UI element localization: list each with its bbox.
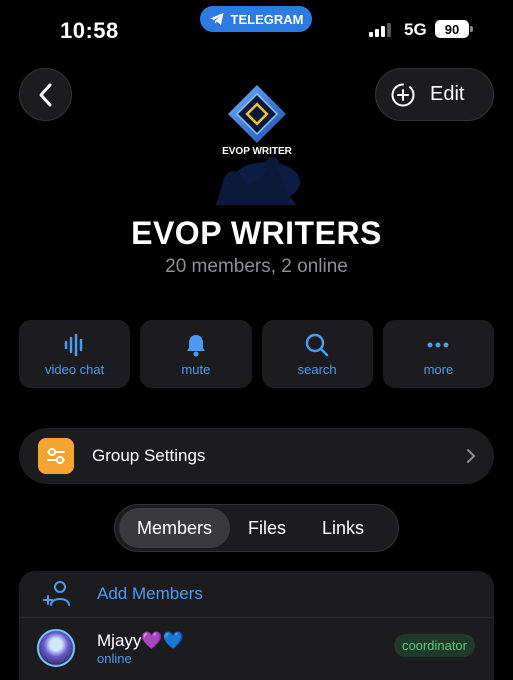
- video-chat-icon: [64, 333, 82, 356]
- battery-tip: [470, 26, 473, 32]
- pill-label: TELEGRAM: [230, 11, 304, 27]
- group-title: EVOP WRITERS: [131, 215, 382, 251]
- add-members-row[interactable]: Add Members: [19, 571, 494, 618]
- edit-button[interactable]: Edit: [430, 83, 464, 106]
- group-member-count: 20 members, 2 online: [165, 256, 348, 277]
- add-members-label: Add Members: [97, 584, 203, 603]
- group-avatar-logo[interactable]: EVOP WRITER: [206, 80, 308, 205]
- mute-label: mute: [181, 361, 211, 377]
- network-type: 5G: [404, 20, 427, 39]
- more-button[interactable]: more: [382, 320, 494, 388]
- member-row[interactable]: Mjayy💜💙 online coordinator: [19, 618, 494, 678]
- logo-text: EVOP WRITER: [222, 146, 293, 157]
- settings-sliders-icon: [38, 438, 74, 474]
- member-name: Mjayy💜💙: [97, 630, 184, 650]
- bell-icon: [186, 334, 205, 356]
- video-chat-label: video chat: [44, 361, 105, 377]
- group-settings-row[interactable]: Group Settings: [19, 428, 494, 484]
- battery-indicator: 90: [435, 20, 469, 38]
- more-label: more: [423, 361, 454, 377]
- mute-button[interactable]: mute: [140, 320, 252, 388]
- tab-members[interactable]: Members: [119, 508, 231, 548]
- back-button[interactable]: [19, 68, 72, 121]
- more-icon: [427, 342, 449, 347]
- add-circle-icon[interactable]: [390, 82, 416, 108]
- telegram-return-pill[interactable]: TELEGRAM: [200, 6, 312, 32]
- cellular-signal-icon: [369, 23, 391, 37]
- add-member-icon: [43, 581, 70, 606]
- tab-links[interactable]: Links: [304, 508, 382, 548]
- avatar: [37, 629, 75, 667]
- tab-files[interactable]: Files: [230, 508, 304, 548]
- search-button[interactable]: search: [261, 320, 373, 388]
- action-bar: video chat mute search more: [19, 320, 494, 388]
- role-badge: coordinator: [393, 634, 475, 657]
- chevron-right-icon: [467, 449, 476, 463]
- members-list: Add Members Mjayy💜💙 online coordinator: [19, 571, 494, 680]
- member-status: online: [97, 650, 132, 666]
- video-chat-button[interactable]: video chat: [19, 320, 131, 388]
- header-actions: Edit: [375, 68, 494, 121]
- telegram-icon: [209, 13, 224, 25]
- status-time: 10:58: [60, 18, 119, 43]
- group-settings-label: Group Settings: [92, 446, 206, 465]
- search-icon: [305, 333, 329, 356]
- tab-switcher: Members Files Links: [114, 504, 399, 552]
- search-label: search: [297, 361, 337, 377]
- back-chevron-icon: [39, 83, 51, 106]
